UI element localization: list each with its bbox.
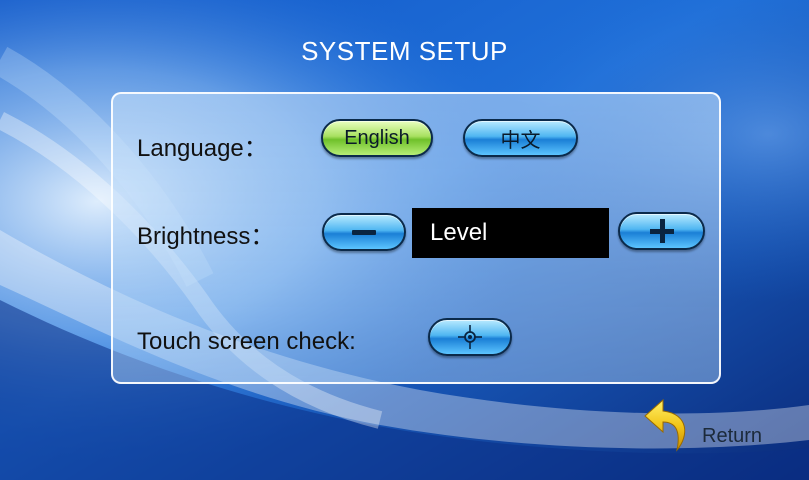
brightness-level-text: Level [430,219,488,246]
brightness-level-display: Level [412,208,609,258]
return-label: Return [702,425,763,447]
page-title: SYSTEM SETUP [301,36,508,66]
brightness-label: Brightness： [137,223,275,250]
return-arrow-icon [644,398,686,452]
touch-check-label: Touch screen check: [137,328,356,355]
language-english-button[interactable]: English [321,119,433,157]
brightness-decrease-button[interactable] [322,213,406,251]
settings-panel: Language： English 中文 Brightness： Level T… [111,92,721,384]
touch-check-button[interactable] [428,318,512,356]
language-chinese-label: 中文 [500,129,541,152]
language-chinese-button[interactable]: 中文 [463,119,578,157]
language-label: Language： [137,135,268,162]
minus-icon [352,229,376,235]
brightness-increase-button[interactable] [618,212,705,250]
plus-icon [649,219,674,243]
language-english-label: English [344,126,410,149]
system-setup-screen: SYSTEM SETUP Language： English 中文 Bright… [0,0,809,480]
return-button[interactable]: Return [641,398,781,454]
crosshair-icon [458,325,482,349]
